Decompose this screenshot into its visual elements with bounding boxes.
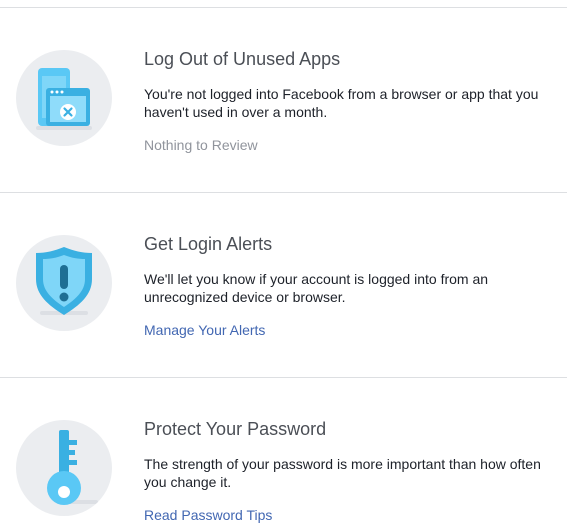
nothing-to-review-label: Nothing to Review (144, 137, 258, 153)
divider (0, 192, 567, 193)
security-checkup-page: Log Out of Unused Apps You're not logged… (0, 0, 567, 528)
divider (0, 7, 567, 8)
manage-alerts-link[interactable]: Manage Your Alerts (144, 322, 265, 338)
key-icon (16, 420, 112, 516)
section-description: You're not logged into Facebook from a b… (144, 86, 539, 120)
section-description: The strength of your password is more im… (144, 456, 541, 490)
divider (0, 377, 567, 378)
devices-close-icon (16, 50, 112, 146)
section-title: Log Out of Unused Apps (144, 49, 341, 69)
shield-alert-icon (16, 235, 112, 331)
section-description: We'll let you know if your account is lo… (144, 271, 489, 305)
section-title: Protect Your Password (144, 419, 327, 439)
read-password-tips-link[interactable]: Read Password Tips (144, 507, 272, 523)
section-title: Get Login Alerts (144, 234, 273, 254)
